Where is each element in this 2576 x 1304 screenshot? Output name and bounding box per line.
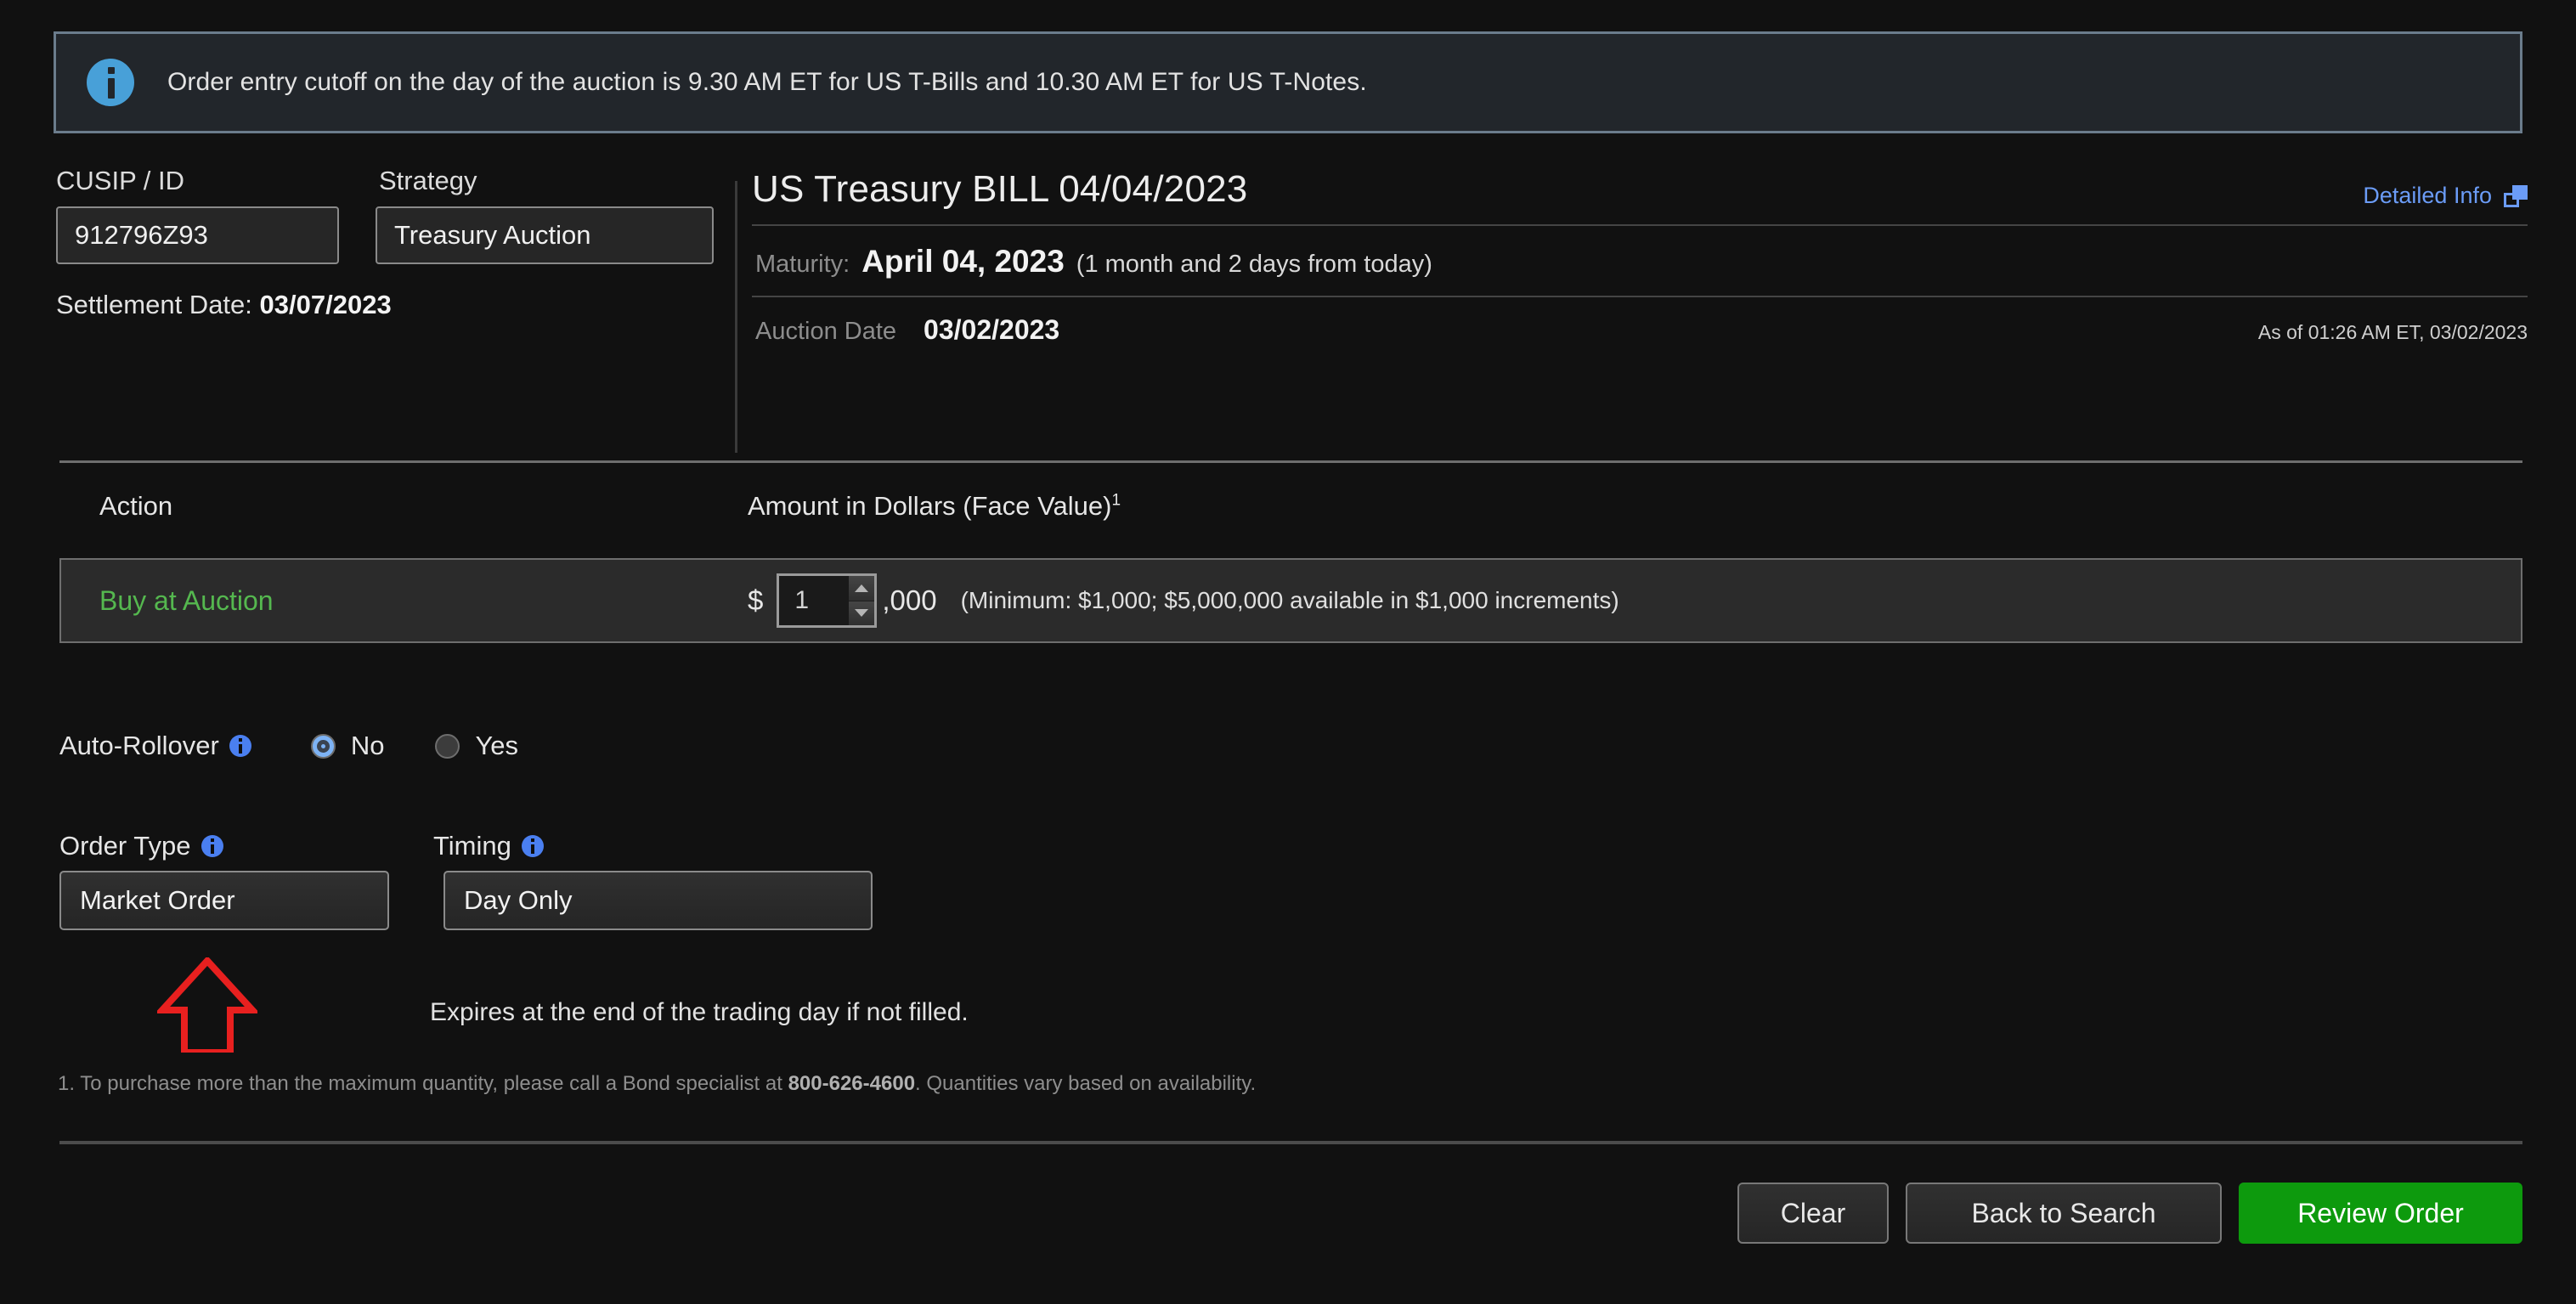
cusip-input[interactable]: 912796Z93 [56,206,339,264]
settlement-date-label: Settlement Date: [56,290,252,319]
amount-constraints-note: (Minimum: $1,000; $5,000,000 available i… [960,587,1619,613]
order-identifier-panel: CUSIP / ID Strategy 912796Z93 Treasury A… [56,166,736,320]
review-order-button[interactable]: Review Order [2239,1183,2522,1244]
maturity-row: Maturity: April 04, 2023 (1 month and 2 … [752,226,2528,296]
info-banner: Order entry cutoff on the day of the auc… [54,31,2522,133]
order-table-top-divider [59,460,2522,463]
info-banner-message: Order entry cutoff on the day of the auc… [167,68,1367,96]
radio-yes[interactable] [435,733,460,759]
order-type-info-icon[interactable] [201,835,223,857]
quantity-increment-button[interactable] [849,576,875,601]
auto-rollover-option-yes[interactable]: Yes [435,731,518,761]
auto-rollover-row: Auto-Rollover No Yes [59,731,569,761]
order-type-timing-selects: Market Order Day Only [59,871,873,930]
strategy-select[interactable]: Treasury Auction [376,206,714,264]
quantity-stepper[interactable]: 1 [777,573,878,628]
timing-label: Timing [433,831,511,861]
column-header-amount-text: Amount in Dollars (Face Value) [748,491,1112,521]
auction-date-value: 03/02/2023 [924,314,1060,345]
triangle-down-icon [855,609,869,618]
auction-date-row: Auction Date 03/02/2023 As of 01:26 AM E… [752,297,2528,346]
red-up-arrow-annotation [157,957,257,1053]
amount-suffix: ,000 [882,584,937,616]
cusip-label: CUSIP / ID [56,166,185,195]
order-action-value: Buy at Auction [99,584,274,616]
security-details-panel: US Treasury BILL 04/04/2023 Detailed Inf… [752,166,2528,346]
radio-yes-label: Yes [475,731,519,760]
footnote-phone: 800-626-4600 [788,1072,916,1095]
quantity-stepper-buttons[interactable] [849,576,875,625]
auto-rollover-label: Auto-Rollover [59,731,219,760]
footnote-prefix: 1. To purchase more than the maximum qua… [58,1072,788,1095]
column-header-action: Action [99,491,173,521]
timing-select[interactable]: Day Only [443,871,873,930]
security-title-row: US Treasury BILL 04/04/2023 Detailed Inf… [752,166,2528,209]
back-to-search-button[interactable]: Back to Search [1906,1183,2222,1244]
timing-label-group: Timing [433,831,544,861]
settlement-date-value: 03/07/2023 [259,290,392,319]
detailed-info-link[interactable]: Detailed Info [2363,166,2528,209]
order-type-timing-labels: Order Type Timing [59,831,544,861]
action-button-row: Clear Back to Search Review Order [1737,1183,2522,1244]
order-entry-row: Buy at Auction $ 1 ,000 (Minimum: $1,000… [59,558,2522,643]
order-type-select[interactable]: Market Order [59,871,389,930]
auto-rollover-radio-group: No Yes [310,731,569,761]
maturity-relative-note: (1 month and 2 days from today) [1076,251,1432,278]
amount-entry-group: $ 1 ,000 (Minimum: $1,000; $5,000,000 av… [748,573,1619,628]
bottom-divider [59,1141,2522,1144]
auction-date-label: Auction Date [755,318,897,345]
strategy-label: Strategy [379,166,477,195]
security-title: US Treasury BILL 04/04/2023 [752,168,1248,210]
security-summary-region: CUSIP / ID Strategy 912796Z93 Treasury A… [0,166,2576,454]
detailed-info-label: Detailed Info [2363,183,2492,208]
radio-no[interactable] [310,733,336,759]
info-circle-icon [87,59,134,106]
clear-button[interactable]: Clear [1737,1183,1889,1244]
quantity-input[interactable]: 1 [779,576,850,625]
radio-no-label: No [350,731,385,760]
maturity-value: April 04, 2023 [861,244,1065,279]
triangle-up-icon [855,584,869,592]
auto-rollover-option-no[interactable]: No [310,731,385,761]
info-tooltip-icon[interactable] [229,735,251,757]
currency-symbol: $ [748,584,764,616]
timing-info-icon[interactable] [521,835,544,857]
settlement-date: Settlement Date: 03/07/2023 [56,290,736,320]
footnote-text: 1. To purchase more than the maximum qua… [58,1072,1256,1096]
column-header-amount: Amount in Dollars (Face Value)1 [748,491,1121,522]
field-inputs-row: 912796Z93 Treasury Auction [56,206,736,264]
vertical-divider [735,181,737,453]
order-table-header: Action Amount in Dollars (Face Value)1 [59,491,2522,522]
external-window-icon [2504,184,2528,207]
order-type-label-group: Order Type [59,831,433,861]
field-labels-row: CUSIP / ID Strategy [56,166,736,196]
timing-expiry-note: Expires at the end of the trading day if… [430,998,969,1026]
footnote-suffix: . Quantities vary based on availability. [915,1072,1257,1095]
order-type-label: Order Type [59,831,191,861]
quantity-decrement-button[interactable] [849,601,875,625]
as-of-timestamp: As of 01:26 AM ET, 03/02/2023 [2257,321,2528,343]
column-header-amount-footnote: 1 [1111,491,1121,510]
maturity-label: Maturity: [755,251,850,278]
